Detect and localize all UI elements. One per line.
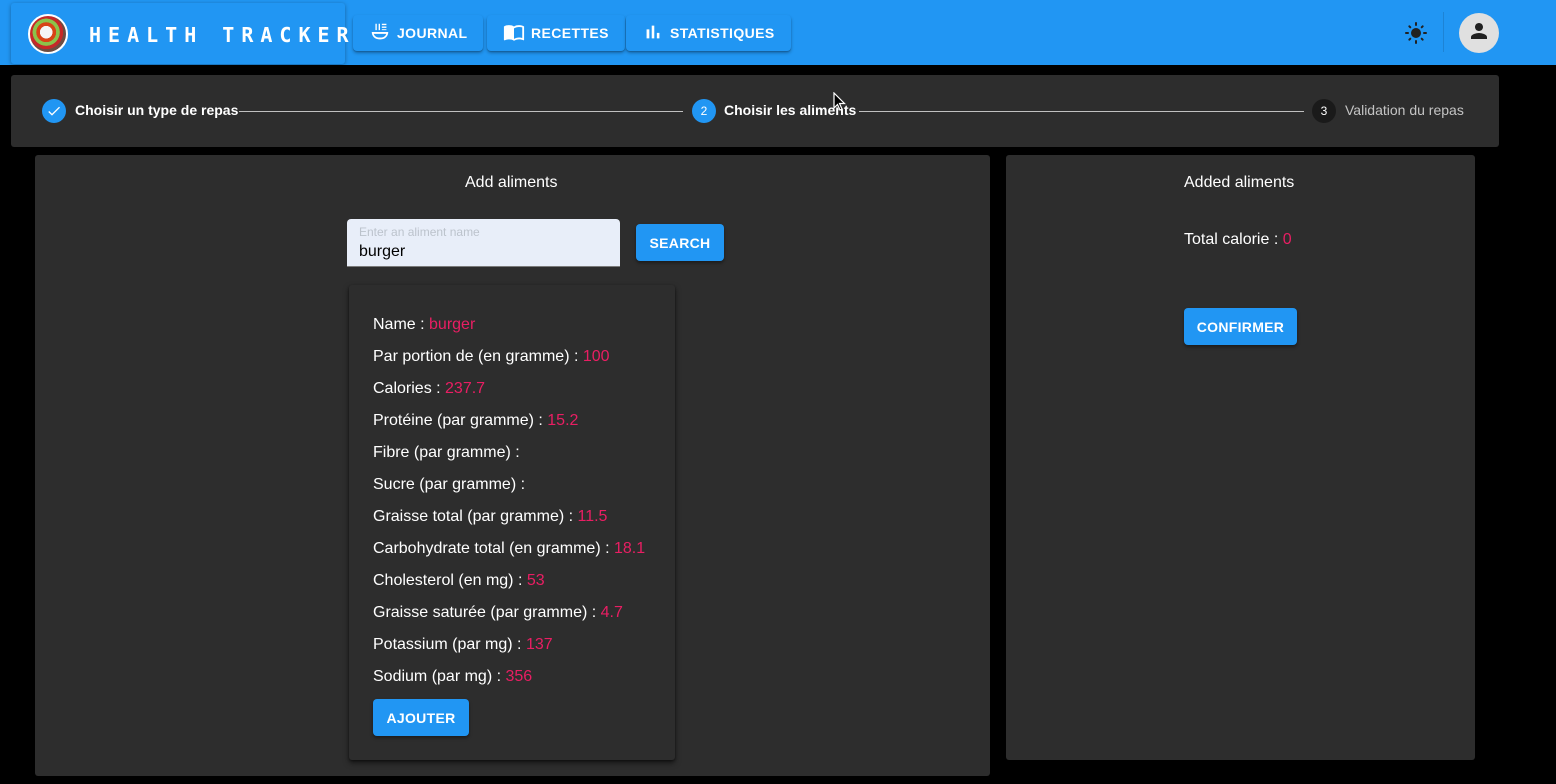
info-row-graisse-total: Graisse total (par gramme) : 11.5 [373,508,608,525]
brand-title: HEALTH TRACKER [89,23,356,47]
step-1-check-icon[interactable] [42,99,66,123]
info-row-proteine: Protéine (par gramme) : 15.2 [373,412,579,429]
info-row-cholesterol: Cholesterol (en mg) : 53 [373,572,545,589]
aliment-result-card: Name : burger Par portion de (en gramme)… [349,285,675,760]
aliment-search-field[interactable]: Enter an aliment name [347,219,620,267]
person-icon [1467,19,1491,48]
confirmer-button[interactable]: CONFIRMER [1184,308,1297,345]
nav-journal-label: JOURNAL [397,25,468,41]
mouse-cursor-icon [833,92,846,111]
step-connector [859,111,1304,112]
step-1-label[interactable]: Choisir un type de repas [75,102,238,118]
user-avatar-button[interactable] [1459,13,1499,53]
info-row-carbohydrate: Carbohydrate total (en gramme) : 18.1 [373,540,646,557]
step-3-label[interactable]: Validation du repas [1345,102,1464,118]
total-calorie: Total calorie : 0 [1184,231,1292,249]
info-row-calories: Calories : 237.7 [373,380,486,397]
info-row-sodium: Sodium (par mg) : 356 [373,668,533,685]
sun-icon [1404,22,1428,49]
info-row-name: Name : burger [373,316,476,333]
toolbar-divider [1443,12,1444,52]
add-aliments-title: Add aliments [465,174,558,191]
info-row-portion: Par portion de (en gramme) : 100 [373,348,610,365]
aliment-search-input[interactable] [359,241,609,263]
step-3-number[interactable]: 3 [1312,99,1336,123]
total-calorie-value: 0 [1282,231,1292,248]
added-aliments-panel: Added aliments Total calorie : 0 CONFIRM… [1006,155,1475,760]
nav-recettes-button[interactable]: RECETTES [487,15,625,51]
nav-statistiques-label: STATISTIQUES [670,25,775,41]
total-calorie-label: Total calorie : [1184,231,1283,248]
book-icon [503,21,525,46]
logo-icon [28,14,68,54]
add-aliments-panel: Add aliments Enter an aliment name SEARC… [35,155,990,776]
nav-journal-button[interactable]: JOURNAL [353,15,484,51]
search-field-label: Enter an aliment name [359,225,480,239]
theme-toggle-button[interactable] [1404,21,1428,45]
step-connector [239,111,683,112]
search-button[interactable]: SEARCH [636,224,724,261]
nav-statistiques-button[interactable]: STATISTIQUES [626,15,791,51]
ajouter-button[interactable]: AJOUTER [373,699,469,736]
info-row-sucre: Sucre (par gramme) : [373,476,526,493]
meal-stepper: Choisir un type de repas 2 Choisir les a… [11,75,1499,147]
app-bar: HEALTH TRACKER JOURNAL RECETTES STATISTI… [0,0,1556,65]
bar-chart-icon [642,21,664,46]
nav-recettes-label: RECETTES [531,25,609,41]
bowl-icon [369,21,391,46]
step-2-number[interactable]: 2 [692,99,716,123]
added-aliments-title: Added aliments [1184,174,1295,191]
brand[interactable]: HEALTH TRACKER [11,3,349,64]
info-row-fibre: Fibre (par gramme) : [373,444,520,461]
info-row-graisse-saturee: Graisse saturée (par gramme) : 4.7 [373,604,623,621]
info-row-potassium: Potassium (par mg) : 137 [373,636,553,653]
